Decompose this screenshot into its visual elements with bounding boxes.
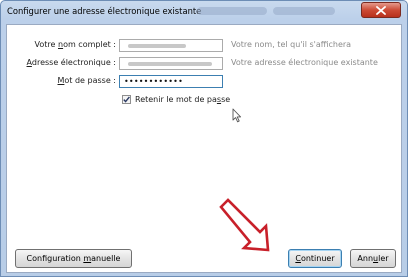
close-button[interactable] [361, 2, 401, 18]
password-input[interactable]: •••••••••••• [119, 75, 223, 88]
name-label: Votre nom complet : [34, 40, 116, 49]
cancel-button[interactable]: Annuler [350, 249, 396, 268]
title-bar[interactable]: Configurer une adresse électronique exis… [1, 1, 407, 23]
email-hint: Votre adresse électronique existante [231, 58, 378, 67]
annotation-arrow-icon [219, 198, 270, 252]
continue-button[interactable]: Continuer [288, 249, 342, 268]
name-input[interactable] [119, 39, 223, 52]
manual-config-button[interactable]: Configuration manuelle [15, 249, 132, 268]
email-input[interactable] [119, 57, 223, 70]
password-value: •••••••••••• [124, 77, 184, 86]
window-title: Configurer une adresse électronique exis… [7, 6, 202, 16]
close-icon [376, 6, 386, 15]
blurred-value [128, 44, 186, 48]
blurred-value [128, 62, 212, 66]
title-blurred-text [197, 7, 267, 15]
check-icon [123, 96, 130, 103]
mouse-cursor-icon [232, 108, 242, 123]
dialog-window: Configurer une adresse électronique exis… [0, 0, 408, 277]
name-hint: Votre nom, tel qu'il s'affichera [231, 40, 352, 49]
title-blurred-text [273, 7, 335, 15]
remember-password-label[interactable]: Retenir le mot de passe [135, 95, 230, 104]
email-label: Adresse électronique : [26, 58, 116, 67]
dialog-body: Votre nom complet : Votre nom, tel qu'il… [6, 24, 402, 273]
remember-password-checkbox[interactable] [122, 95, 131, 104]
password-label: Mot de passe : [57, 76, 117, 85]
